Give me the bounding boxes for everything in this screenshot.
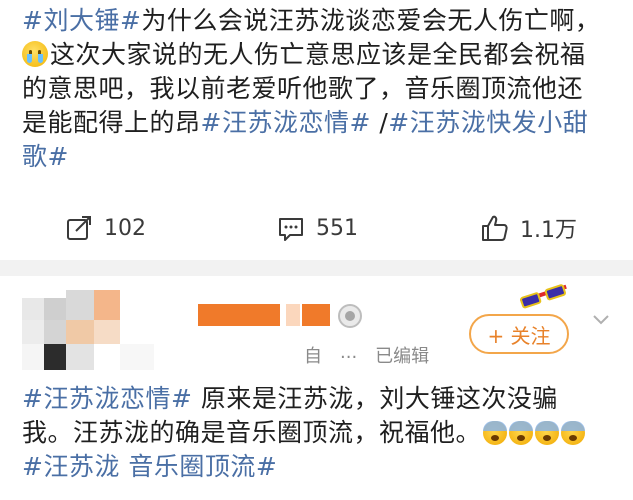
comment-count: 551: [316, 215, 358, 241]
fearful-face-icon: [535, 421, 560, 445]
follow-button[interactable]: + 关注: [469, 314, 569, 354]
post-1-text-4: 是能配得上的昂: [22, 108, 201, 137]
post-1-action-bar: 102 551 1.1万: [0, 205, 633, 251]
meta-ellipsis: ...: [340, 342, 358, 363]
hashtag-romance-2[interactable]: #汪苏泷恋情#: [22, 384, 192, 413]
post-1-line-5: 歌#: [22, 140, 622, 174]
post-1-line-3: 的意思吧，我以前老爱听他歌了，音乐圈顶流他还: [22, 74, 584, 103]
repost-count: 102: [104, 215, 146, 241]
repost-icon: [67, 216, 91, 240]
like-button[interactable]: 1.1万: [480, 205, 577, 251]
repost-button[interactable]: 102: [64, 205, 146, 251]
fearful-face-icon: [509, 421, 534, 445]
fearful-face-icon: [483, 421, 508, 445]
comment-icon: [279, 218, 303, 241]
post-1-text-2: 这次大家说的无人伤亡意思应该是全民都会祝福: [50, 40, 586, 69]
meta-source: 自: [304, 346, 322, 367]
post-1-line-2: 这次大家说的无人伤亡意思应该是全民都会祝福: [22, 38, 622, 72]
post-2-body: #汪苏泷恋情# 原来是汪苏泷，刘大锤这次没骗 我。汪苏泷的确是音乐圈顶流，祝福他…: [22, 382, 622, 484]
post-1-line-1: #刘大锤#为什么会说汪苏泷谈恋爱会无人伤亡啊，: [22, 4, 622, 38]
weibo-post-1: #刘大锤#为什么会说汪苏泷谈恋爱会无人伤亡啊， 这次大家说的无人伤亡意思应该是全…: [0, 0, 633, 268]
avatar[interactable]: [22, 290, 154, 370]
vip-badge-icon: [338, 304, 362, 328]
post-2-line-3: #汪苏泷 音乐圈顶流#: [22, 450, 622, 484]
post-2-line-2: 我。汪苏泷的确是音乐圈顶流，祝福他。: [22, 416, 622, 450]
post-1-body: #刘大锤#为什么会说汪苏泷谈恋爱会无人伤亡啊， 这次大家说的无人伤亡意思应该是全…: [22, 4, 622, 174]
edited-label: 已编辑: [375, 346, 430, 367]
username-pixelated[interactable]: [198, 304, 336, 326]
hashtag-sweet-song-end[interactable]: 歌#: [22, 142, 69, 171]
post-1-text-1: 为什么会说汪苏泷谈恋爱会无人伤亡啊，: [141, 6, 601, 35]
hashtag-liu-dachui[interactable]: #刘大锤#: [22, 6, 141, 35]
hashtag-romance[interactable]: #汪苏泷恋情#: [201, 108, 371, 137]
like-count: 1.1万: [520, 218, 577, 243]
crying-face-icon: [22, 41, 48, 67]
post-2-text-1: 原来是汪苏泷，刘大锤这次没骗: [192, 384, 558, 413]
post-1-line-4: 是能配得上的昂#汪苏泷恋情# /#汪苏泷快发小甜: [22, 106, 622, 140]
fearful-face-icon: [561, 421, 586, 445]
post-2-text-2: 我。汪苏泷的确是音乐圈顶流，祝福他。: [22, 418, 482, 447]
chevron-down-icon[interactable]: [592, 310, 610, 328]
weibo-post-2: + 关注 自 ... 已编辑 #汪苏泷恋情# 原来是汪苏泷，刘大锤这次没骗 我。…: [0, 276, 633, 500]
hashtag-music-top[interactable]: #汪苏泷 音乐圈顶流#: [22, 452, 277, 481]
thumbs-up-icon: [482, 215, 508, 241]
section-divider: [0, 260, 633, 276]
comment-button[interactable]: 551: [276, 205, 358, 251]
post-meta: 自 ... 已编辑: [304, 342, 429, 368]
hashtag-sweet-song[interactable]: #汪苏泷快发小甜: [388, 108, 588, 137]
sunglasses-decoration-icon: [517, 277, 570, 315]
post-2-line-1: #汪苏泷恋情# 原来是汪苏泷，刘大锤这次没骗: [22, 382, 622, 416]
tag-separator: /: [370, 108, 389, 137]
